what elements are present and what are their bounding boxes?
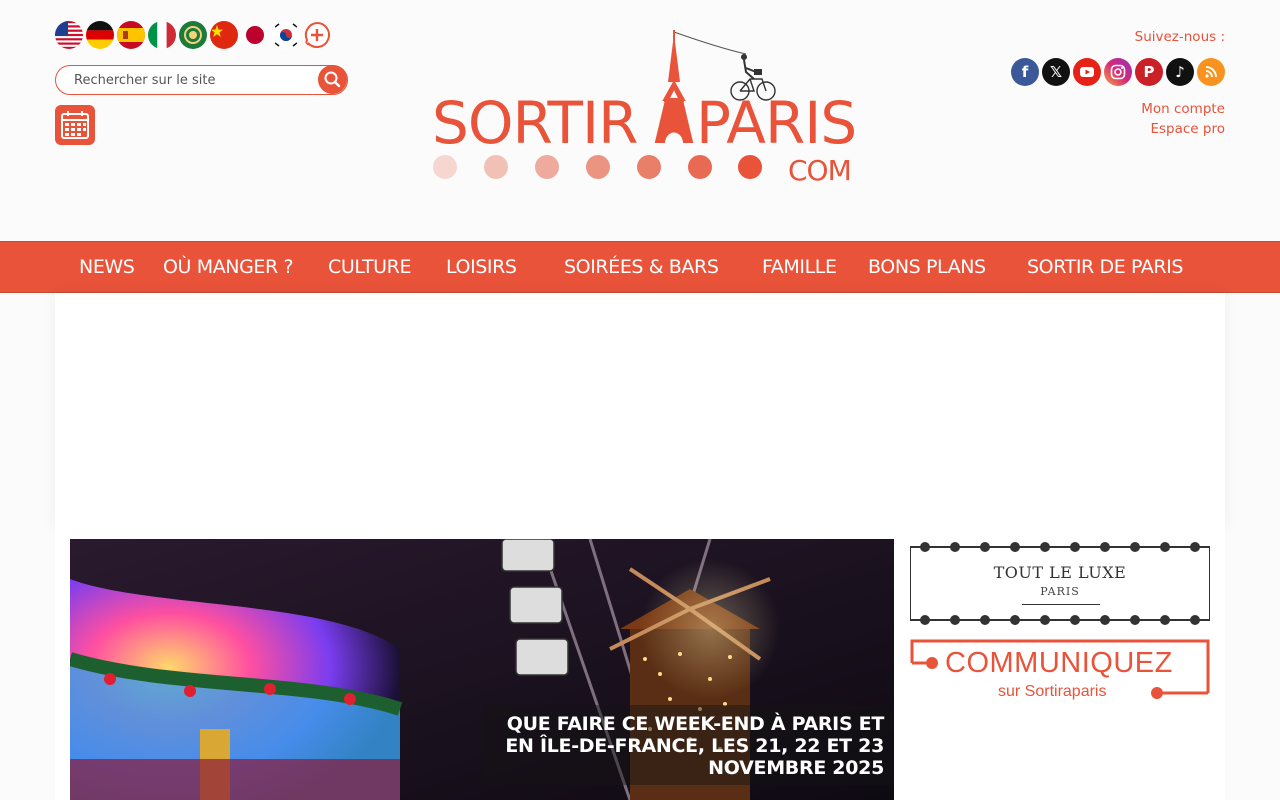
main-nav: NEWS OÙ MANGER ? CULTURE LOISIRS SOIRÉES…: [0, 241, 1280, 293]
advertise-banner-title: COMMUNIQUEZ: [945, 647, 1173, 679]
search-box: [55, 65, 348, 95]
flag-es-icon[interactable]: [117, 21, 145, 49]
search-icon: [324, 71, 341, 88]
pro-space-link[interactable]: Espace pro: [1141, 119, 1225, 139]
flag-us-icon[interactable]: [55, 21, 83, 49]
luxury-banner-title: TOUT LE LUXE: [993, 563, 1127, 582]
nav-item-leisure[interactable]: LOISIRS: [446, 256, 517, 278]
flag-arab-icon[interactable]: [179, 21, 207, 49]
follow-label: Suivez-nous :: [1134, 29, 1225, 45]
nav-item-restaurants[interactable]: OÙ MANGER ?: [163, 256, 294, 278]
nav-item-culture[interactable]: CULTURE: [328, 256, 411, 278]
svg-text:SORTIR: SORTIR: [432, 89, 637, 157]
x-icon[interactable]: 𝕏: [1042, 58, 1070, 86]
svg-text:COM: COM: [788, 154, 851, 184]
agenda-button[interactable]: [55, 105, 95, 145]
nav-item-outside-paris[interactable]: SORTIR DE PARIS: [1027, 256, 1183, 278]
tiktok-icon[interactable]: ♪: [1166, 58, 1194, 86]
ad-banner-area: [55, 293, 1225, 527]
nav-item-deals[interactable]: BONS PLANS: [868, 256, 986, 278]
calendar-icon: [61, 111, 89, 139]
youtube-icon[interactable]: [1073, 58, 1101, 86]
search-input[interactable]: [74, 71, 314, 89]
flag-kr-icon[interactable]: [272, 21, 300, 49]
rss-icon[interactable]: [1197, 58, 1225, 86]
flag-de-icon[interactable]: [86, 21, 114, 49]
luxury-banner[interactable]: TOUT LE LUXE PARIS: [910, 539, 1210, 629]
site-logo[interactable]: SORTIR PARIS COM: [428, 24, 857, 187]
my-account-link[interactable]: Mon compte: [1141, 99, 1225, 119]
nav-item-nightlife[interactable]: SOIRÉES & BARS: [564, 256, 719, 278]
flag-it-icon[interactable]: [148, 21, 176, 49]
account-links: Mon compte Espace pro: [1141, 99, 1225, 139]
advertise-banner-subtitle: sur Sortiraparis: [998, 683, 1107, 700]
luxury-banner-subtitle: PARIS: [1040, 585, 1080, 598]
nav-item-news[interactable]: NEWS: [79, 256, 135, 278]
featured-article[interactable]: QUE FAIRE CE WEEK-END À PARIS ET EN ÎLE-…: [70, 539, 894, 800]
facebook-icon[interactable]: f: [1011, 58, 1039, 86]
social-links: f 𝕏 P ♪: [1011, 58, 1225, 86]
more-languages-icon[interactable]: [303, 21, 331, 49]
flag-cn-icon[interactable]: [210, 21, 238, 49]
search-button[interactable]: [318, 65, 347, 94]
ornament-border: [910, 542, 1210, 625]
site-header: SORTIR PARIS COM Suivez-nous : f 𝕏 P ♪: [0, 0, 1280, 241]
advertise-banner[interactable]: COMMUNIQUEZ sur Sortiraparis: [910, 639, 1210, 705]
svg-text:PARIS: PARIS: [696, 89, 854, 157]
nav-item-family[interactable]: FAMILLE: [762, 256, 837, 278]
instagram-icon[interactable]: [1104, 58, 1132, 86]
language-selector: [55, 21, 331, 49]
pinterest-icon[interactable]: P: [1135, 58, 1163, 86]
featured-article-title[interactable]: QUE FAIRE CE WEEK-END À PARIS ET EN ÎLE-…: [482, 705, 894, 785]
flag-jp-icon[interactable]: [241, 21, 269, 49]
